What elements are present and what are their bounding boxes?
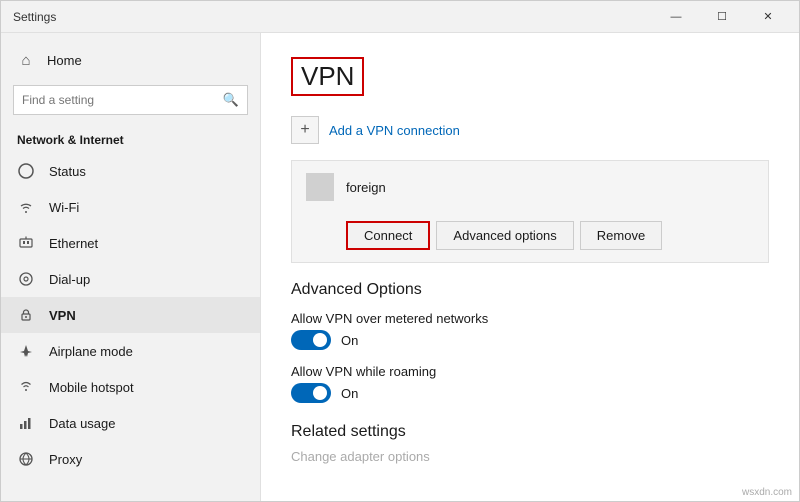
home-icon: ⌂: [17, 51, 35, 69]
sidebar-item-label: Ethernet: [49, 236, 98, 251]
sidebar-item-label: Wi-Fi: [49, 200, 79, 215]
sidebar-item-label: Mobile hotspot: [49, 380, 134, 395]
add-vpn-button[interactable]: + Add a VPN connection: [291, 116, 769, 144]
sidebar-item-wifi[interactable]: Wi-Fi: [1, 189, 260, 225]
window-title: Settings: [13, 10, 56, 24]
vpn-entry: foreign Connect Advanced options Remove: [291, 160, 769, 263]
status-icon: [17, 162, 35, 180]
vpn-icon: [17, 306, 35, 324]
airplane-icon: [17, 342, 35, 360]
search-box[interactable]: 🔍: [13, 85, 248, 115]
sidebar-item-label: Data usage: [49, 416, 116, 431]
connect-button[interactable]: Connect: [346, 221, 430, 250]
main-content: VPN + Add a VPN connection foreign Conne…: [261, 33, 799, 501]
toggle-metered-label: On: [341, 333, 358, 348]
sidebar-item-label: Airplane mode: [49, 344, 133, 359]
search-icon[interactable]: 🔍: [223, 92, 239, 108]
window: Settings — ☐ ✕ ⌂ Home 🔍 Network & Intern…: [0, 0, 800, 502]
sidebar-item-dialup[interactable]: Dial-up: [1, 261, 260, 297]
sidebar-item-hotspot[interactable]: Mobile hotspot: [1, 369, 260, 405]
sidebar-section-header: Network & Internet: [1, 125, 260, 153]
option-roaming-label: Allow VPN while roaming: [291, 364, 769, 379]
add-icon: +: [291, 116, 319, 144]
toggle-roaming-label: On: [341, 386, 358, 401]
vpn-entry-header: foreign: [292, 161, 768, 213]
titlebar: Settings — ☐ ✕: [1, 1, 799, 33]
maximize-button[interactable]: ☐: [699, 1, 745, 33]
remove-button[interactable]: Remove: [580, 221, 662, 250]
datausage-icon: [17, 414, 35, 432]
hotspot-icon: [17, 378, 35, 396]
sidebar-item-label: Proxy: [49, 452, 82, 467]
option-metered-networks: Allow VPN over metered networks On: [291, 311, 769, 350]
minimize-button[interactable]: —: [653, 1, 699, 33]
change-adapter-link[interactable]: Change adapter options: [291, 449, 769, 464]
sidebar-home-label: Home: [47, 53, 82, 68]
sidebar-item-label: VPN: [49, 308, 76, 323]
sidebar-item-label: Dial-up: [49, 272, 90, 287]
vpn-entry-name: foreign: [346, 180, 386, 195]
toggle-roaming[interactable]: [291, 383, 331, 403]
wifi-icon: [17, 198, 35, 216]
vpn-entry-icon: [306, 173, 334, 201]
sidebar: ⌂ Home 🔍 Network & Internet Status Wi-Fi: [1, 33, 261, 501]
option-metered-label: Allow VPN over metered networks: [291, 311, 769, 326]
titlebar-controls: — ☐ ✕: [653, 1, 791, 33]
sidebar-item-home[interactable]: ⌂ Home: [1, 41, 260, 79]
sidebar-item-ethernet[interactable]: Ethernet: [1, 225, 260, 261]
sidebar-item-label: Status: [49, 164, 86, 179]
vpn-actions: Connect Advanced options Remove: [292, 213, 768, 262]
option-roaming: Allow VPN while roaming On: [291, 364, 769, 403]
sidebar-item-airplane[interactable]: Airplane mode: [1, 333, 260, 369]
advanced-options-button[interactable]: Advanced options: [436, 221, 573, 250]
toggle-row-metered: On: [291, 330, 769, 350]
sidebar-item-vpn[interactable]: VPN: [1, 297, 260, 333]
search-input[interactable]: [22, 93, 223, 107]
advanced-options-title: Advanced Options: [291, 281, 769, 299]
toggle-row-roaming: On: [291, 383, 769, 403]
add-vpn-label: Add a VPN connection: [329, 123, 460, 138]
watermark: wsxdn.com: [742, 487, 792, 498]
page-title: VPN: [291, 57, 364, 96]
proxy-icon: [17, 450, 35, 468]
sidebar-item-status[interactable]: Status: [1, 153, 260, 189]
close-button[interactable]: ✕: [745, 1, 791, 33]
related-settings-title: Related settings: [291, 423, 769, 441]
sidebar-item-datausage[interactable]: Data usage: [1, 405, 260, 441]
ethernet-icon: [17, 234, 35, 252]
toggle-metered[interactable]: [291, 330, 331, 350]
content-area: ⌂ Home 🔍 Network & Internet Status Wi-Fi: [1, 33, 799, 501]
sidebar-item-proxy[interactable]: Proxy: [1, 441, 260, 477]
dialup-icon: [17, 270, 35, 288]
